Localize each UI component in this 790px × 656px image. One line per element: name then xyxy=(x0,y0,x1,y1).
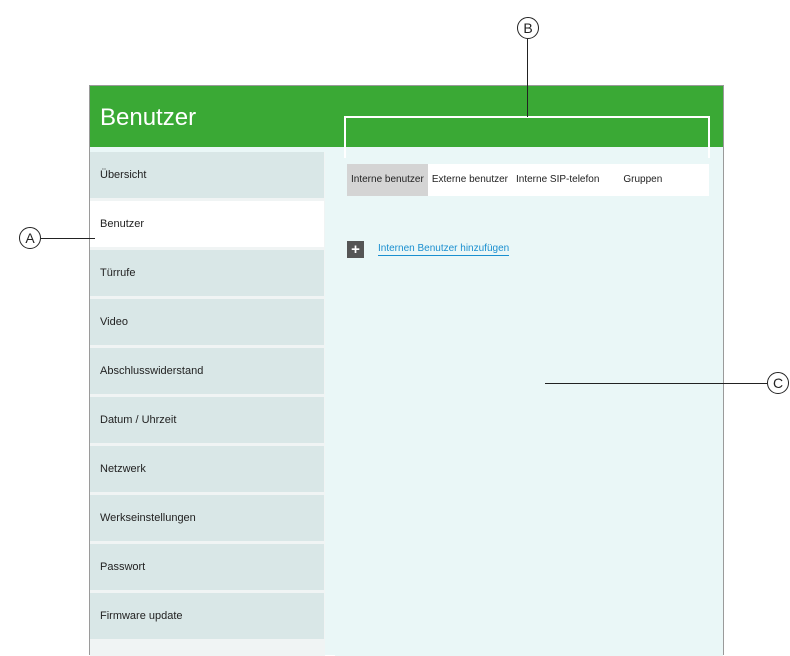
callout-b-leader xyxy=(527,39,528,117)
app-window: Benutzer Übersicht Benutzer Türrufe Vide… xyxy=(89,85,724,656)
tab-interne-sip-telefon[interactable]: Interne SIP-telefon xyxy=(512,164,603,196)
tab-bar: Interne benutzer Externe benutzer Intern… xyxy=(347,164,709,196)
callout-c: C xyxy=(767,372,789,394)
sidebar-item-firmware-update[interactable]: Firmware update xyxy=(90,593,324,639)
sidebar-item-video[interactable]: Video xyxy=(90,299,324,345)
tab-externe-benutzer[interactable]: Externe benutzer xyxy=(428,164,512,196)
sidebar-item-benutzer[interactable]: Benutzer xyxy=(90,201,324,247)
callout-c-leader xyxy=(545,383,767,384)
plus-icon[interactable]: + xyxy=(347,240,364,258)
callout-b-bracket-left xyxy=(344,116,346,158)
sidebar-item-uebersicht[interactable]: Übersicht xyxy=(90,152,324,198)
sidebar-item-passwort[interactable]: Passwort xyxy=(90,544,324,590)
add-internal-user-link[interactable]: Internen Benutzer hinzufügen xyxy=(378,243,510,256)
sidebar-item-werkseinstellungen[interactable]: Werkseinstellungen xyxy=(90,495,324,541)
sidebar-item-netzwerk[interactable]: Netzwerk xyxy=(90,446,324,492)
callout-b: B xyxy=(517,17,539,39)
sidebar: Übersicht Benutzer Türrufe Video Abschlu… xyxy=(90,152,325,656)
callout-a-leader xyxy=(41,238,95,239)
sidebar-item-tuerrufe[interactable]: Türrufe xyxy=(90,250,324,296)
main-content: Interne benutzer Externe benutzer Intern… xyxy=(335,152,723,656)
callout-b-bracket-right xyxy=(708,116,710,158)
sidebar-item-datum-uhrzeit[interactable]: Datum / Uhrzeit xyxy=(90,397,324,443)
sidebar-item-abschlusswiderstand[interactable]: Abschlusswiderstand xyxy=(90,348,324,394)
add-user-row: + Internen Benutzer hinzufügen xyxy=(347,240,510,258)
callout-a: A xyxy=(19,227,41,249)
page-title: Benutzer xyxy=(100,104,197,131)
tab-interne-benutzer[interactable]: Interne benutzer xyxy=(347,164,428,196)
tab-gruppen[interactable]: Gruppen xyxy=(619,164,666,196)
